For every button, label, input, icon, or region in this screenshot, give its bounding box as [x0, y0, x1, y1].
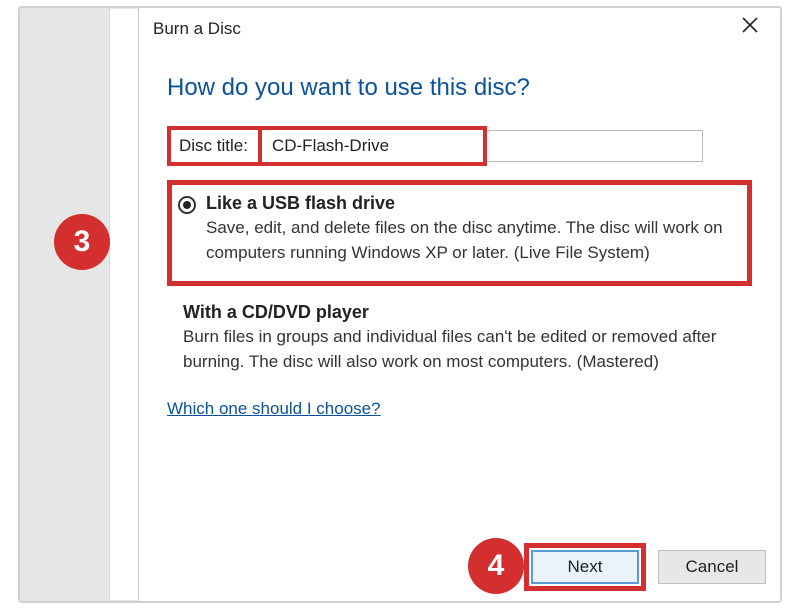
dialog-title: Burn a Disc [153, 19, 241, 39]
dialog-heading: How do you want to use this disc? [167, 74, 752, 102]
close-icon [742, 17, 758, 38]
cancel-button[interactable]: Cancel [658, 550, 766, 584]
option-usb-title: Like a USB flash drive [206, 193, 737, 214]
disc-title-row: Disc title: CD-Flash-Drive [167, 126, 752, 166]
annotation-badge-3: 3 [54, 214, 110, 270]
next-button[interactable]: Next [531, 550, 639, 584]
burn-disc-dialog: Burn a Disc How do you want to use this … [138, 8, 780, 601]
option-usb-description: Save, edit, and delete files on the disc… [206, 216, 737, 265]
radio-usb[interactable] [178, 196, 196, 214]
radio-option-usb[interactable]: Like a USB flash drive Save, edit, and d… [178, 193, 737, 265]
disc-title-input[interactable]: CD-Flash-Drive [262, 130, 483, 162]
close-button[interactable] [728, 8, 772, 46]
window-frame: Burn a Disc How do you want to use this … [18, 6, 782, 603]
left-gutter [20, 8, 110, 601]
option-usb-highlight: Like a USB flash drive Save, edit, and d… [167, 180, 752, 286]
disc-title-highlight: Disc title: CD-Flash-Drive [167, 126, 487, 166]
annotation-badge-4: 4 [468, 538, 524, 594]
next-button-highlight: Next [524, 543, 646, 591]
option-cddvd-description: Burn files in groups and individual file… [183, 325, 752, 374]
help-link[interactable]: Which one should I choose? [167, 399, 381, 419]
dialog-content: How do you want to use this disc? Disc t… [139, 50, 780, 419]
option-cddvd-title: With a CD/DVD player [183, 302, 752, 323]
radio-option-cddvd[interactable]: With a CD/DVD player Burn files in group… [167, 302, 752, 374]
titlebar: Burn a Disc [139, 8, 780, 50]
dialog-footer: Next Cancel [524, 543, 760, 591]
disc-title-label: Disc title: [171, 130, 262, 162]
